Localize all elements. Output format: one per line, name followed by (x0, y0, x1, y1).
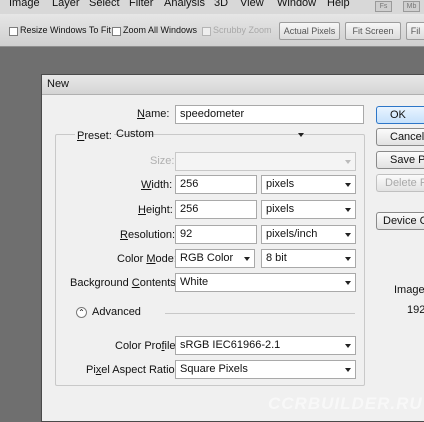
zoom-all-checkbox[interactable] (112, 27, 121, 36)
chevron-down-icon (345, 257, 351, 261)
chevron-down-icon (345, 233, 351, 237)
image-size-value: 192 (407, 304, 424, 316)
cancel-button[interactable]: Cancel (376, 128, 424, 146)
color-profile-select[interactable]: sRGB IEC61966-2.1 (175, 336, 356, 355)
scrubby-zoom-checkbox[interactable] (202, 27, 211, 36)
mb-icon[interactable]: Mb (403, 1, 420, 12)
app-bar-icons: Fs Mb (373, 0, 424, 14)
chevron-down-icon (345, 344, 351, 348)
height-unit-value: pixels (266, 203, 295, 215)
image-size-label: Image (394, 284, 424, 296)
name-label: Name: (137, 108, 170, 120)
background-contents-select[interactable]: White (175, 273, 356, 292)
watermark-logo: CCRBUILDER.RU (268, 394, 423, 413)
height-label: Height: (138, 204, 173, 216)
menu-analysis[interactable]: Analysis (164, 0, 205, 9)
chevron-down-icon (298, 133, 304, 137)
height-unit-select[interactable]: pixels (261, 200, 356, 219)
menu-help[interactable]: Help (327, 0, 350, 9)
advanced-toggle-icon[interactable]: ⌃ (76, 307, 87, 318)
ok-button[interactable]: OK (376, 106, 424, 124)
device-central-button[interactable]: Device Central... (376, 212, 424, 230)
resolution-input[interactable]: 92 (175, 225, 257, 244)
menu-3d[interactable]: 3D (214, 0, 228, 9)
size-label: Size: (150, 155, 175, 167)
pixel-aspect-ratio-label: Pixel Aspect Ratio: (86, 364, 178, 376)
background-contents-value: White (180, 276, 209, 288)
pixel-aspect-ratio-value: Square Pixels (180, 363, 248, 375)
bit-depth-value: 8 bit (266, 252, 287, 264)
options-bar: Resize Windows To Fit Zoom All Windows S… (0, 14, 424, 47)
resolution-unit-select[interactable]: pixels/inch (261, 225, 356, 244)
width-unit-select[interactable]: pixels (261, 175, 356, 194)
dialog-title: New (47, 78, 70, 90)
advanced-divider (165, 313, 355, 314)
bit-depth-select[interactable]: 8 bit (261, 249, 356, 268)
menu-select[interactable]: Select (89, 0, 120, 9)
resolution-unit-value: pixels/inch (266, 228, 318, 240)
zoom-all-label: Zoom All Windows (123, 25, 198, 35)
chevron-down-icon (345, 183, 351, 187)
fill-screen-button[interactable]: Fil (406, 22, 424, 40)
preset-select[interactable]: Custom (112, 126, 308, 145)
fs-icon[interactable]: Fs (375, 1, 392, 12)
chevron-down-icon (345, 160, 351, 164)
name-input[interactable]: speedometer (175, 105, 364, 124)
resolution-label: Resolution: (120, 229, 176, 241)
color-profile-value: sRGB IEC61966-2.1 (180, 339, 281, 351)
height-input[interactable]: 256 (175, 200, 257, 219)
dialog-title-bar[interactable]: New (42, 75, 424, 95)
color-mode-label: Color Mode: (117, 253, 177, 265)
menu-view[interactable]: View (240, 0, 264, 9)
chevron-down-icon (244, 257, 250, 261)
size-select[interactable] (175, 152, 356, 171)
resize-windows-checkbox[interactable] (9, 27, 18, 36)
save-preset-button[interactable]: Save Preset... (376, 151, 424, 169)
menu-bar: Image Layer Select Filter Analysis 3D Vi… (0, 0, 424, 14)
preset-value: Custom (116, 128, 154, 140)
pixel-aspect-ratio-select[interactable]: Square Pixels (175, 360, 356, 379)
menu-filter[interactable]: Filter (129, 0, 153, 9)
preset-label: Preset: (75, 130, 114, 142)
chevron-down-icon (345, 368, 351, 372)
chevron-down-icon (345, 281, 351, 285)
width-input[interactable]: 256 (175, 175, 257, 194)
delete-preset-button[interactable]: Delete Preset... (376, 174, 424, 192)
chevron-down-icon (345, 208, 351, 212)
menu-image[interactable]: Image (9, 0, 40, 9)
color-mode-value: RGB Color (180, 252, 234, 264)
advanced-label: Advanced (92, 306, 141, 318)
new-document-dialog: New Name: speedometer Preset: Custom Siz… (41, 74, 424, 422)
width-label: Width: (141, 179, 173, 191)
background-contents-label: Background Contents: (70, 277, 179, 289)
color-profile-label: Color Profile: (115, 340, 179, 352)
color-mode-select[interactable]: RGB Color (175, 249, 255, 268)
width-unit-value: pixels (266, 178, 295, 190)
fit-screen-button[interactable]: Fit Screen (345, 22, 401, 40)
menu-window[interactable]: Window (277, 0, 316, 9)
resize-windows-label: Resize Windows To Fit (20, 25, 111, 35)
scrubby-zoom-label: Scrubby Zoom (213, 25, 272, 35)
menu-layer[interactable]: Layer (52, 0, 80, 9)
actual-pixels-button[interactable]: Actual Pixels (279, 22, 340, 40)
